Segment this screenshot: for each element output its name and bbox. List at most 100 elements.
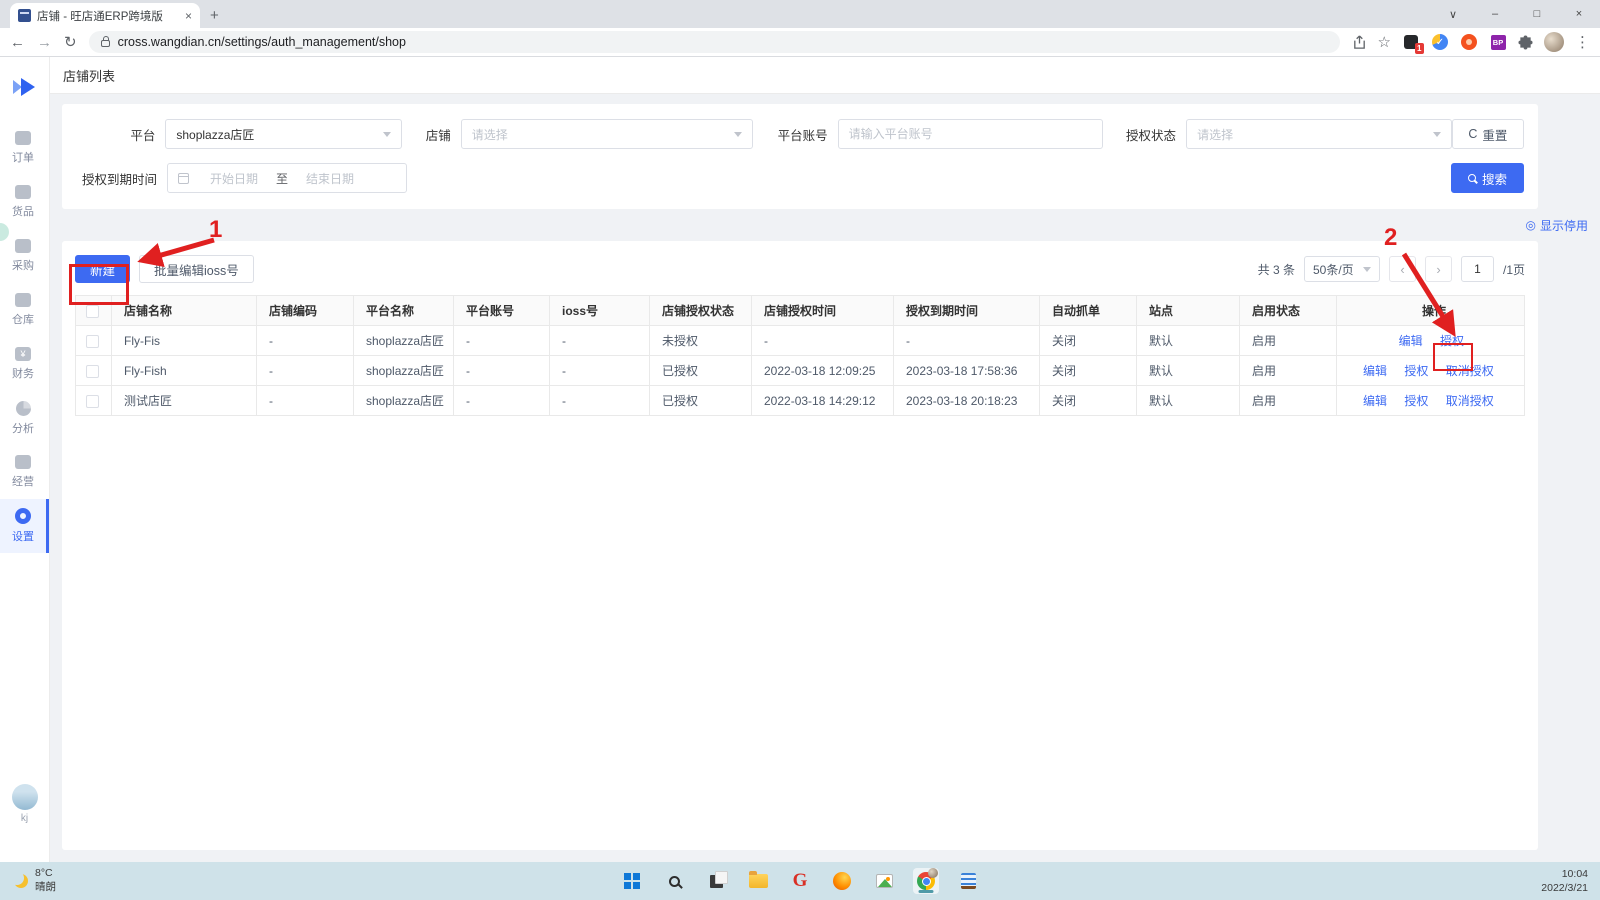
table-header-row: 店铺名称 店铺编码 平台名称 平台账号 ioss号 店铺授权状态 店铺授权时间 … [76,296,1525,326]
cell-platform-account: - [454,356,550,386]
user-name: kj [21,813,28,824]
window-minimize-button[interactable]: – [1474,0,1516,28]
forward-icon[interactable]: → [37,35,52,50]
cancel-auth-link[interactable]: 取消授权 [1446,394,1494,408]
sidebar-user[interactable]: kj [12,784,38,824]
page-size-select[interactable]: 50条/页 [1304,256,1380,282]
file-explorer-button[interactable] [745,868,771,894]
window-chevron-icon[interactable]: ∨ [1432,0,1474,28]
tab-title: 店铺 - 旺店通ERP跨境版 [37,8,179,24]
platform-select[interactable]: shoplazza店匠 [165,119,401,149]
edit-link[interactable]: 编辑 [1363,364,1387,378]
sidebar: 订单 货品 采购 仓库 ¥ 财务 分析 [0,57,50,862]
platform-account-input[interactable] [849,127,1093,141]
batch-edit-ioss-button[interactable]: 批量编辑ioss号 [139,255,254,283]
profile-avatar[interactable] [1544,32,1564,52]
window-maximize-button[interactable]: □ [1516,0,1558,28]
shop-label: 店铺 [402,125,461,144]
row-checkbox[interactable] [86,395,99,408]
cancel-auth-link[interactable]: 取消授权 [1446,364,1494,378]
weather-temp: 8°C [35,867,56,881]
bookmark-star-icon[interactable]: ☆ [1378,35,1391,50]
cell-site: 默认 [1137,386,1240,416]
cell-platform-name: shoplazza店匠 [354,386,454,416]
image-editor-button[interactable] [871,868,897,894]
auth-link[interactable]: 授权 [1440,334,1464,348]
window-controls: ∨ – □ × [1432,0,1600,28]
auth-link[interactable]: 授权 [1404,394,1428,408]
search-button[interactable]: 搜索 [1451,163,1524,193]
search-label: 搜索 [1482,169,1507,188]
browser-tab[interactable]: 店铺 - 旺店通ERP跨境版 × [10,3,200,28]
chevron-down-icon [383,132,391,137]
col-actions: 操作 [1337,296,1525,326]
prev-page-button[interactable]: ‹ [1389,256,1416,282]
cell-platform-name: shoplazza店匠 [354,326,454,356]
next-page-button[interactable]: › [1425,256,1452,282]
sidebar-item-goods[interactable]: 货品 [0,175,49,229]
chevron-down-icon [1433,132,1441,137]
taskbar-clock[interactable]: 10:04 2022/3/21 [1541,867,1588,895]
edit-link[interactable]: 编辑 [1399,334,1423,348]
new-button[interactable]: 新建 [75,255,130,283]
url-text[interactable]: cross.wangdian.cn/settings/auth_manageme… [118,35,406,49]
notepad-button[interactable] [955,868,981,894]
sidebar-item-label: 设置 [12,528,34,544]
extension-notes-icon[interactable]: 1 [1402,33,1420,51]
cell-auto-grab: 关闭 [1040,326,1137,356]
reset-button[interactable]: C重置 [1452,119,1524,149]
chrome-button-active[interactable] [913,868,939,894]
row-checkbox[interactable] [86,335,99,348]
platform-account-field[interactable] [838,119,1104,149]
address-bar[interactable]: cross.wangdian.cn/settings/auth_manageme… [89,31,1340,53]
select-all-checkbox[interactable] [86,305,99,318]
reload-icon[interactable]: ↻ [64,35,77,50]
firefox-button[interactable] [829,868,855,894]
sidebar-item-analysis[interactable]: 分析 [0,391,49,445]
task-view-button[interactable] [703,868,729,894]
page-size-value: 50条/页 [1313,261,1354,278]
clock-time: 10:04 [1541,867,1588,881]
sidebar-item-operation[interactable]: 经营 [0,445,49,499]
back-icon[interactable]: ← [10,35,25,50]
user-avatar[interactable] [12,784,38,810]
share-icon[interactable] [1352,35,1367,50]
sidebar-item-label: 分析 [12,420,34,436]
col-enable-status: 启用状态 [1240,296,1337,326]
new-tab-button[interactable]: + [210,8,219,23]
auth-link[interactable]: 授权 [1404,364,1428,378]
extensions-puzzle-icon[interactable] [1518,35,1533,50]
shop-select[interactable]: 请选择 [461,119,753,149]
g-browser-button[interactable]: G [787,868,813,894]
sidebar-item-finance[interactable]: ¥ 财务 [0,337,49,391]
current-page-input[interactable] [1461,256,1494,282]
extension-orange-icon[interactable] [1460,33,1478,51]
extension-todo-icon[interactable]: ✓ [1431,33,1449,51]
edit-link[interactable]: 编辑 [1363,394,1387,408]
browser-toolbar: ← → ↻ cross.wangdian.cn/settings/auth_ma… [0,28,1600,57]
col-auth-status: 店铺授权状态 [650,296,752,326]
row-checkbox[interactable] [86,365,99,378]
show-disabled-link[interactable]: 显示停用 [1540,217,1588,234]
start-button[interactable] [619,868,645,894]
taskbar-icons: G [619,868,981,894]
col-shop-code: 店铺编码 [257,296,354,326]
window-close-button[interactable]: × [1558,0,1600,28]
search-icon [1468,174,1476,182]
page-title: 店铺列表 [63,66,115,85]
auth-status-select[interactable]: 请选择 [1186,119,1452,149]
calendar-icon [178,173,189,184]
extension-bp-icon[interactable]: BP [1489,33,1507,51]
taskbar-search-button[interactable] [661,868,687,894]
sidebar-item-orders[interactable]: 订单 [0,121,49,175]
tab-close-icon[interactable]: × [185,9,192,23]
date-range-picker[interactable]: 开始日期 至 结束日期 [167,163,407,193]
taskbar-weather-widget[interactable]: 8°C 晴朗 [14,867,56,894]
extension-todo-glyph: ✓ [1432,34,1448,50]
col-expire-time: 授权到期时间 [894,296,1040,326]
analysis-pie-icon [16,401,31,416]
browser-menu-icon[interactable]: ⋮ [1575,35,1590,50]
sidebar-item-warehouse[interactable]: 仓库 [0,283,49,337]
sidebar-item-settings[interactable]: 设置 [0,499,49,553]
cell-auth-status: 未授权 [650,326,752,356]
